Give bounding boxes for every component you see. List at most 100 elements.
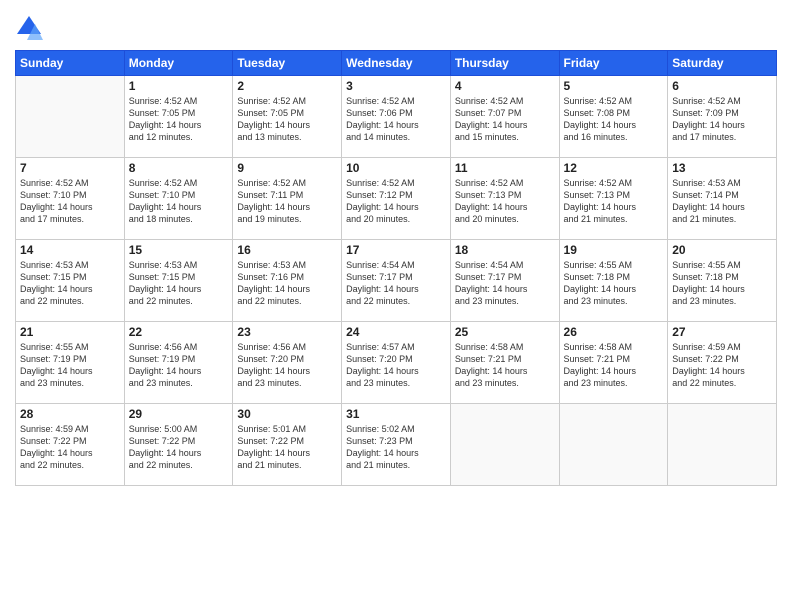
calendar-cell: 30 Sunrise: 5:01 AM Sunset: 7:22 PM Dayli… [233,404,342,486]
calendar-header-row: SundayMondayTuesdayWednesdayThursdayFrid… [16,51,777,76]
calendar-day-header: Friday [559,51,668,76]
calendar-cell: 15 Sunrise: 4:53 AM Sunset: 7:15 PM Dayli… [124,240,233,322]
day-number: 28 [20,407,120,421]
calendar-day-header: Saturday [668,51,777,76]
day-info: Sunrise: 5:01 AM Sunset: 7:22 PM Dayligh… [237,423,337,472]
day-info: Sunrise: 5:00 AM Sunset: 7:22 PM Dayligh… [129,423,229,472]
calendar-cell: 11 Sunrise: 4:52 AM Sunset: 7:13 PM Dayli… [450,158,559,240]
day-number: 30 [237,407,337,421]
day-number: 31 [346,407,446,421]
calendar-cell: 28 Sunrise: 4:59 AM Sunset: 7:22 PM Dayli… [16,404,125,486]
calendar-cell: 13 Sunrise: 4:53 AM Sunset: 7:14 PM Dayli… [668,158,777,240]
calendar-cell [668,404,777,486]
calendar-cell: 6 Sunrise: 4:52 AM Sunset: 7:09 PM Daylig… [668,76,777,158]
day-info: Sunrise: 4:52 AM Sunset: 7:08 PM Dayligh… [564,95,664,144]
day-number: 11 [455,161,555,175]
day-number: 1 [129,79,229,93]
calendar-cell: 4 Sunrise: 4:52 AM Sunset: 7:07 PM Daylig… [450,76,559,158]
calendar-day-header: Wednesday [342,51,451,76]
calendar-cell: 10Sunrise: 4:52 AM Sunset: 7:12 PM Dayli… [342,158,451,240]
day-number: 23 [237,325,337,339]
day-info: Sunrise: 4:59 AM Sunset: 7:22 PM Dayligh… [672,341,772,390]
calendar-cell [450,404,559,486]
day-info: Sunrise: 4:59 AM Sunset: 7:22 PM Dayligh… [20,423,120,472]
day-number: 16 [237,243,337,257]
day-number: 24 [346,325,446,339]
header [15,10,777,42]
logo-icon [15,14,43,42]
day-info: Sunrise: 4:52 AM Sunset: 7:10 PM Dayligh… [20,177,120,226]
day-number: 6 [672,79,772,93]
day-number: 12 [564,161,664,175]
calendar-cell: 27 Sunrise: 4:59 AM Sunset: 7:22 PM Dayli… [668,322,777,404]
day-number: 7 [20,161,120,175]
calendar-cell: 20 Sunrise: 4:55 AM Sunset: 7:18 PM Dayli… [668,240,777,322]
day-info: Sunrise: 4:58 AM Sunset: 7:21 PM Dayligh… [564,341,664,390]
day-info: Sunrise: 4:53 AM Sunset: 7:16 PM Dayligh… [237,259,337,308]
day-info: Sunrise: 4:52 AM Sunset: 7:13 PM Dayligh… [564,177,664,226]
calendar-week-row: 1 Sunrise: 4:52 AM Sunset: 7:05 PM Daylig… [16,76,777,158]
day-info: Sunrise: 5:02 AM Sunset: 7:23 PM Dayligh… [346,423,446,472]
calendar-cell: 19Sunrise: 4:55 AM Sunset: 7:18 PM Dayli… [559,240,668,322]
calendar-day-header: Sunday [16,51,125,76]
calendar-cell: 24 Sunrise: 4:57 AM Sunset: 7:20 PM Dayli… [342,322,451,404]
calendar-week-row: 14Sunrise: 4:53 AM Sunset: 7:15 PM Dayli… [16,240,777,322]
calendar-cell [559,404,668,486]
day-info: Sunrise: 4:56 AM Sunset: 7:19 PM Dayligh… [129,341,229,390]
calendar-cell: 12 Sunrise: 4:52 AM Sunset: 7:13 PM Dayli… [559,158,668,240]
calendar-cell: 17 Sunrise: 4:54 AM Sunset: 7:17 PM Dayli… [342,240,451,322]
day-info: Sunrise: 4:55 AM Sunset: 7:18 PM Dayligh… [672,259,772,308]
day-info: Sunrise: 4:55 AM Sunset: 7:18 PM Dayligh… [564,259,664,308]
day-info: Sunrise: 4:56 AM Sunset: 7:20 PM Dayligh… [237,341,337,390]
day-info: Sunrise: 4:54 AM Sunset: 7:17 PM Dayligh… [346,259,446,308]
calendar-day-header: Tuesday [233,51,342,76]
calendar-cell: 1 Sunrise: 4:52 AM Sunset: 7:05 PM Daylig… [124,76,233,158]
day-number: 18 [455,243,555,257]
day-info: Sunrise: 4:52 AM Sunset: 7:12 PM Dayligh… [346,177,446,226]
calendar-week-row: 21Sunrise: 4:55 AM Sunset: 7:19 PM Dayli… [16,322,777,404]
day-number: 4 [455,79,555,93]
calendar-cell: 5 Sunrise: 4:52 AM Sunset: 7:08 PM Daylig… [559,76,668,158]
calendar-cell: 16 Sunrise: 4:53 AM Sunset: 7:16 PM Dayli… [233,240,342,322]
day-number: 17 [346,243,446,257]
day-info: Sunrise: 4:57 AM Sunset: 7:20 PM Dayligh… [346,341,446,390]
calendar-cell: 23 Sunrise: 4:56 AM Sunset: 7:20 PM Dayli… [233,322,342,404]
day-info: Sunrise: 4:52 AM Sunset: 7:05 PM Dayligh… [129,95,229,144]
calendar-cell: 21Sunrise: 4:55 AM Sunset: 7:19 PM Dayli… [16,322,125,404]
day-info: Sunrise: 4:52 AM Sunset: 7:11 PM Dayligh… [237,177,337,226]
day-number: 25 [455,325,555,339]
day-info: Sunrise: 4:52 AM Sunset: 7:09 PM Dayligh… [672,95,772,144]
calendar-day-header: Thursday [450,51,559,76]
day-number: 20 [672,243,772,257]
calendar-cell: 14Sunrise: 4:53 AM Sunset: 7:15 PM Dayli… [16,240,125,322]
calendar-cell: 29 Sunrise: 5:00 AM Sunset: 7:22 PM Dayli… [124,404,233,486]
day-number: 15 [129,243,229,257]
calendar-cell: 31 Sunrise: 5:02 AM Sunset: 7:23 PM Dayli… [342,404,451,486]
calendar-day-header: Monday [124,51,233,76]
day-info: Sunrise: 4:52 AM Sunset: 7:10 PM Dayligh… [129,177,229,226]
day-info: Sunrise: 4:55 AM Sunset: 7:19 PM Dayligh… [20,341,120,390]
day-info: Sunrise: 4:53 AM Sunset: 7:15 PM Dayligh… [20,259,120,308]
page: SundayMondayTuesdayWednesdayThursdayFrid… [0,0,792,612]
day-info: Sunrise: 4:52 AM Sunset: 7:07 PM Dayligh… [455,95,555,144]
day-number: 5 [564,79,664,93]
day-number: 13 [672,161,772,175]
calendar-week-row: 7 Sunrise: 4:52 AM Sunset: 7:10 PM Daylig… [16,158,777,240]
calendar-cell: 9 Sunrise: 4:52 AM Sunset: 7:11 PM Daylig… [233,158,342,240]
day-number: 27 [672,325,772,339]
day-info: Sunrise: 4:53 AM Sunset: 7:14 PM Dayligh… [672,177,772,226]
logo [15,14,47,42]
day-info: Sunrise: 4:52 AM Sunset: 7:13 PM Dayligh… [455,177,555,226]
calendar-cell: 8 Sunrise: 4:52 AM Sunset: 7:10 PM Daylig… [124,158,233,240]
calendar-cell: 2Sunrise: 4:52 AM Sunset: 7:05 PM Daylig… [233,76,342,158]
day-number: 9 [237,161,337,175]
day-number: 29 [129,407,229,421]
calendar-week-row: 28 Sunrise: 4:59 AM Sunset: 7:22 PM Dayli… [16,404,777,486]
day-number: 3 [346,79,446,93]
day-info: Sunrise: 4:52 AM Sunset: 7:05 PM Dayligh… [237,95,337,144]
day-info: Sunrise: 4:58 AM Sunset: 7:21 PM Dayligh… [455,341,555,390]
day-number: 8 [129,161,229,175]
calendar-table: SundayMondayTuesdayWednesdayThursdayFrid… [15,50,777,486]
day-info: Sunrise: 4:53 AM Sunset: 7:15 PM Dayligh… [129,259,229,308]
calendar-cell: 26Sunrise: 4:58 AM Sunset: 7:21 PM Dayli… [559,322,668,404]
